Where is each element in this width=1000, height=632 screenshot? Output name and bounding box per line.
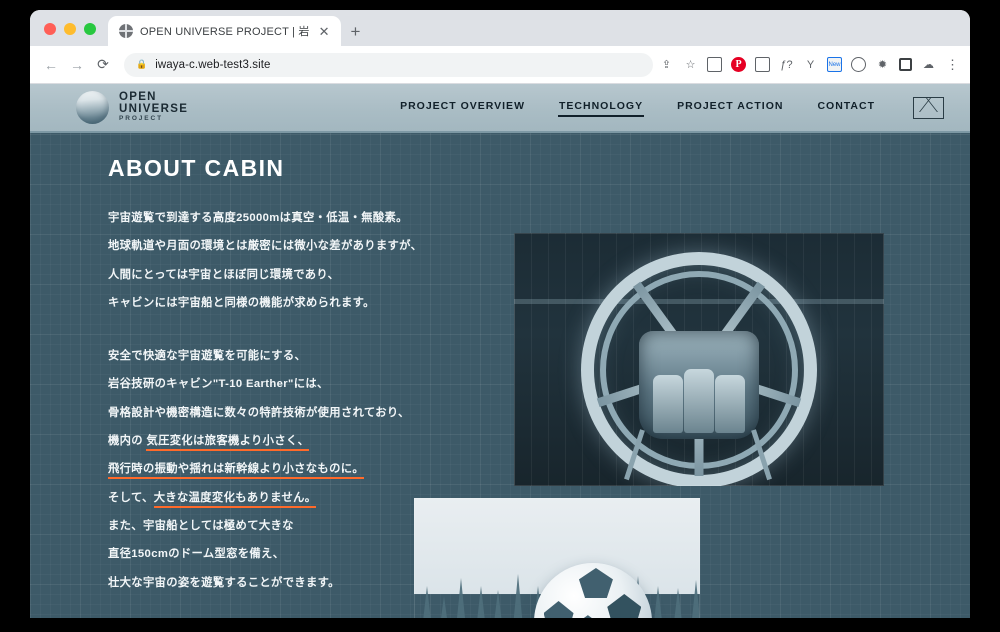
paragraph2-line-5: 飛行時の振動や揺れは新幹線より小さなものに。: [108, 464, 438, 475]
news-icon[interactable]: New: [827, 57, 842, 72]
paragraph1-line-4: キャビンには宇宙船と同様の機能が求められます。: [108, 298, 438, 309]
forward-button[interactable]: →: [64, 52, 90, 78]
puzzle-extension-icon[interactable]: ✹: [875, 57, 890, 72]
paragraph2-line-3: 骨格設計や機密構造に数々の特許技術が使用されており、: [108, 408, 438, 419]
site-logo[interactable]: OPEN UNIVERSE PROJECT: [76, 91, 188, 124]
nav-item-contact[interactable]: CONTACT: [817, 100, 875, 115]
site-header: OPEN UNIVERSE PROJECT PROJECT OVERVIEW T…: [30, 84, 970, 133]
planet-sphere-icon: [76, 91, 109, 124]
nav-item-project-overview[interactable]: PROJECT OVERVIEW: [400, 100, 525, 115]
close-window-button[interactable]: [44, 23, 56, 35]
paragraph1-line-2: 地球軌道や月面の環境とは厳密には微小な差がありますが、: [108, 241, 438, 252]
lock-icon: 🔒: [136, 59, 147, 70]
paragraph2-line-4: 機内の 気圧変化は旅客機より小さく、: [108, 436, 438, 447]
browser-tab[interactable]: OPEN UNIVERSE PROJECT | 岩 ✕: [108, 16, 341, 46]
reload-button[interactable]: ⟳: [90, 52, 116, 78]
camera-icon[interactable]: [755, 57, 770, 72]
toolbar-extension-icons: ⇪ ☆ P ƒ? Y New ✹ ☁ ⋮: [659, 57, 962, 72]
minimize-window-button[interactable]: [64, 23, 76, 35]
paragraph2-line-8: 直径150cmのドーム型窓を備え、: [108, 549, 438, 560]
profile-avatar-icon[interactable]: ☁: [921, 57, 936, 72]
paragraph1-line-1: 宇宙遊覧で到達する高度25000mは真空・低温・無酸素。: [108, 213, 438, 224]
paragraph2-line-2: 岩谷技研のキャビン"T-10 Earther"には、: [108, 379, 438, 390]
brand-line-3: PROJECT: [119, 116, 188, 123]
page-title: ABOUT CABIN: [108, 155, 284, 182]
address-bar[interactable]: 🔒 iwaya-c.web-test3.site: [124, 53, 653, 77]
nav-item-project-action[interactable]: PROJECT ACTION: [677, 100, 783, 115]
paragraph2-line-1: 安全で快適な宇宙遊覧を可能にする、: [108, 351, 438, 362]
highlight-vibration: 飛行時の振動や揺れは新幹線より小さなものに。: [108, 463, 364, 479]
envelope-icon[interactable]: [913, 97, 944, 119]
paragraph1-line-3: 人間にとっては宇宙とほぼ同じ環境であり、: [108, 270, 438, 281]
paragraph2-line-9: 壮大な宇宙の姿を遊覧することができます。: [108, 578, 438, 589]
window-traffic-lights: [30, 23, 108, 46]
chrome-menu-icon[interactable]: ⋮: [945, 57, 960, 72]
back-button[interactable]: ←: [38, 52, 64, 78]
maximize-window-button[interactable]: [84, 23, 96, 35]
browser-window: OPEN UNIVERSE PROJECT | 岩 ✕ + ← → ⟳ 🔒 iw…: [30, 10, 970, 618]
brand-line-1: OPEN: [119, 92, 188, 104]
close-tab-icon[interactable]: ✕: [317, 25, 332, 38]
paragraph2-line-4-prefix: 機内の: [108, 435, 146, 447]
paragraph2-line-6: そして、大きな温度変化もありません。: [108, 493, 438, 504]
web-page-content: OPEN UNIVERSE PROJECT PROJECT OVERVIEW T…: [30, 84, 970, 618]
highlight-pressure: 気圧変化は旅客機より小さく、: [146, 435, 309, 451]
address-bar-url: iwaya-c.web-test3.site: [155, 59, 270, 71]
site-navigation: PROJECT OVERVIEW TECHNOLOGY PROJECT ACTI…: [400, 97, 944, 119]
new-tab-button[interactable]: +: [341, 23, 371, 46]
paragraph2-line-7: また、宇宙船としては極めて大きな: [108, 521, 438, 532]
paragraph2-line-6-prefix: そして、: [108, 492, 154, 504]
minus-circle-icon[interactable]: [851, 57, 866, 72]
share-icon[interactable]: ⇪: [659, 57, 674, 72]
globe-icon: [119, 24, 133, 38]
cabin-sphere-snow-photo: [414, 498, 700, 618]
pinterest-icon[interactable]: P: [731, 57, 746, 72]
bookmark-star-icon[interactable]: ☆: [683, 57, 698, 72]
tab-title: OPEN UNIVERSE PROJECT | 岩: [140, 23, 310, 39]
highlight-temperature: 大きな温度変化もありません。: [154, 492, 317, 508]
cabin-frame-hangar-photo: [514, 233, 884, 486]
picture-in-picture-icon[interactable]: [707, 57, 722, 72]
browser-tab-strip: OPEN UNIVERSE PROJECT | 岩 ✕ +: [30, 10, 970, 46]
font-icon[interactable]: ƒ?: [779, 57, 794, 72]
brand-line-2: UNIVERSE: [119, 104, 188, 116]
square-icon[interactable]: [899, 58, 912, 71]
yandex-icon[interactable]: Y: [803, 57, 818, 72]
article-copy: 宇宙遊覧で到達する高度25000mは真空・低温・無酸素。 地球軌道や月面の環境と…: [108, 213, 438, 606]
nav-item-technology[interactable]: TECHNOLOGY: [559, 100, 643, 115]
browser-toolbar: ← → ⟳ 🔒 iwaya-c.web-test3.site ⇪ ☆ P ƒ? …: [30, 46, 970, 84]
